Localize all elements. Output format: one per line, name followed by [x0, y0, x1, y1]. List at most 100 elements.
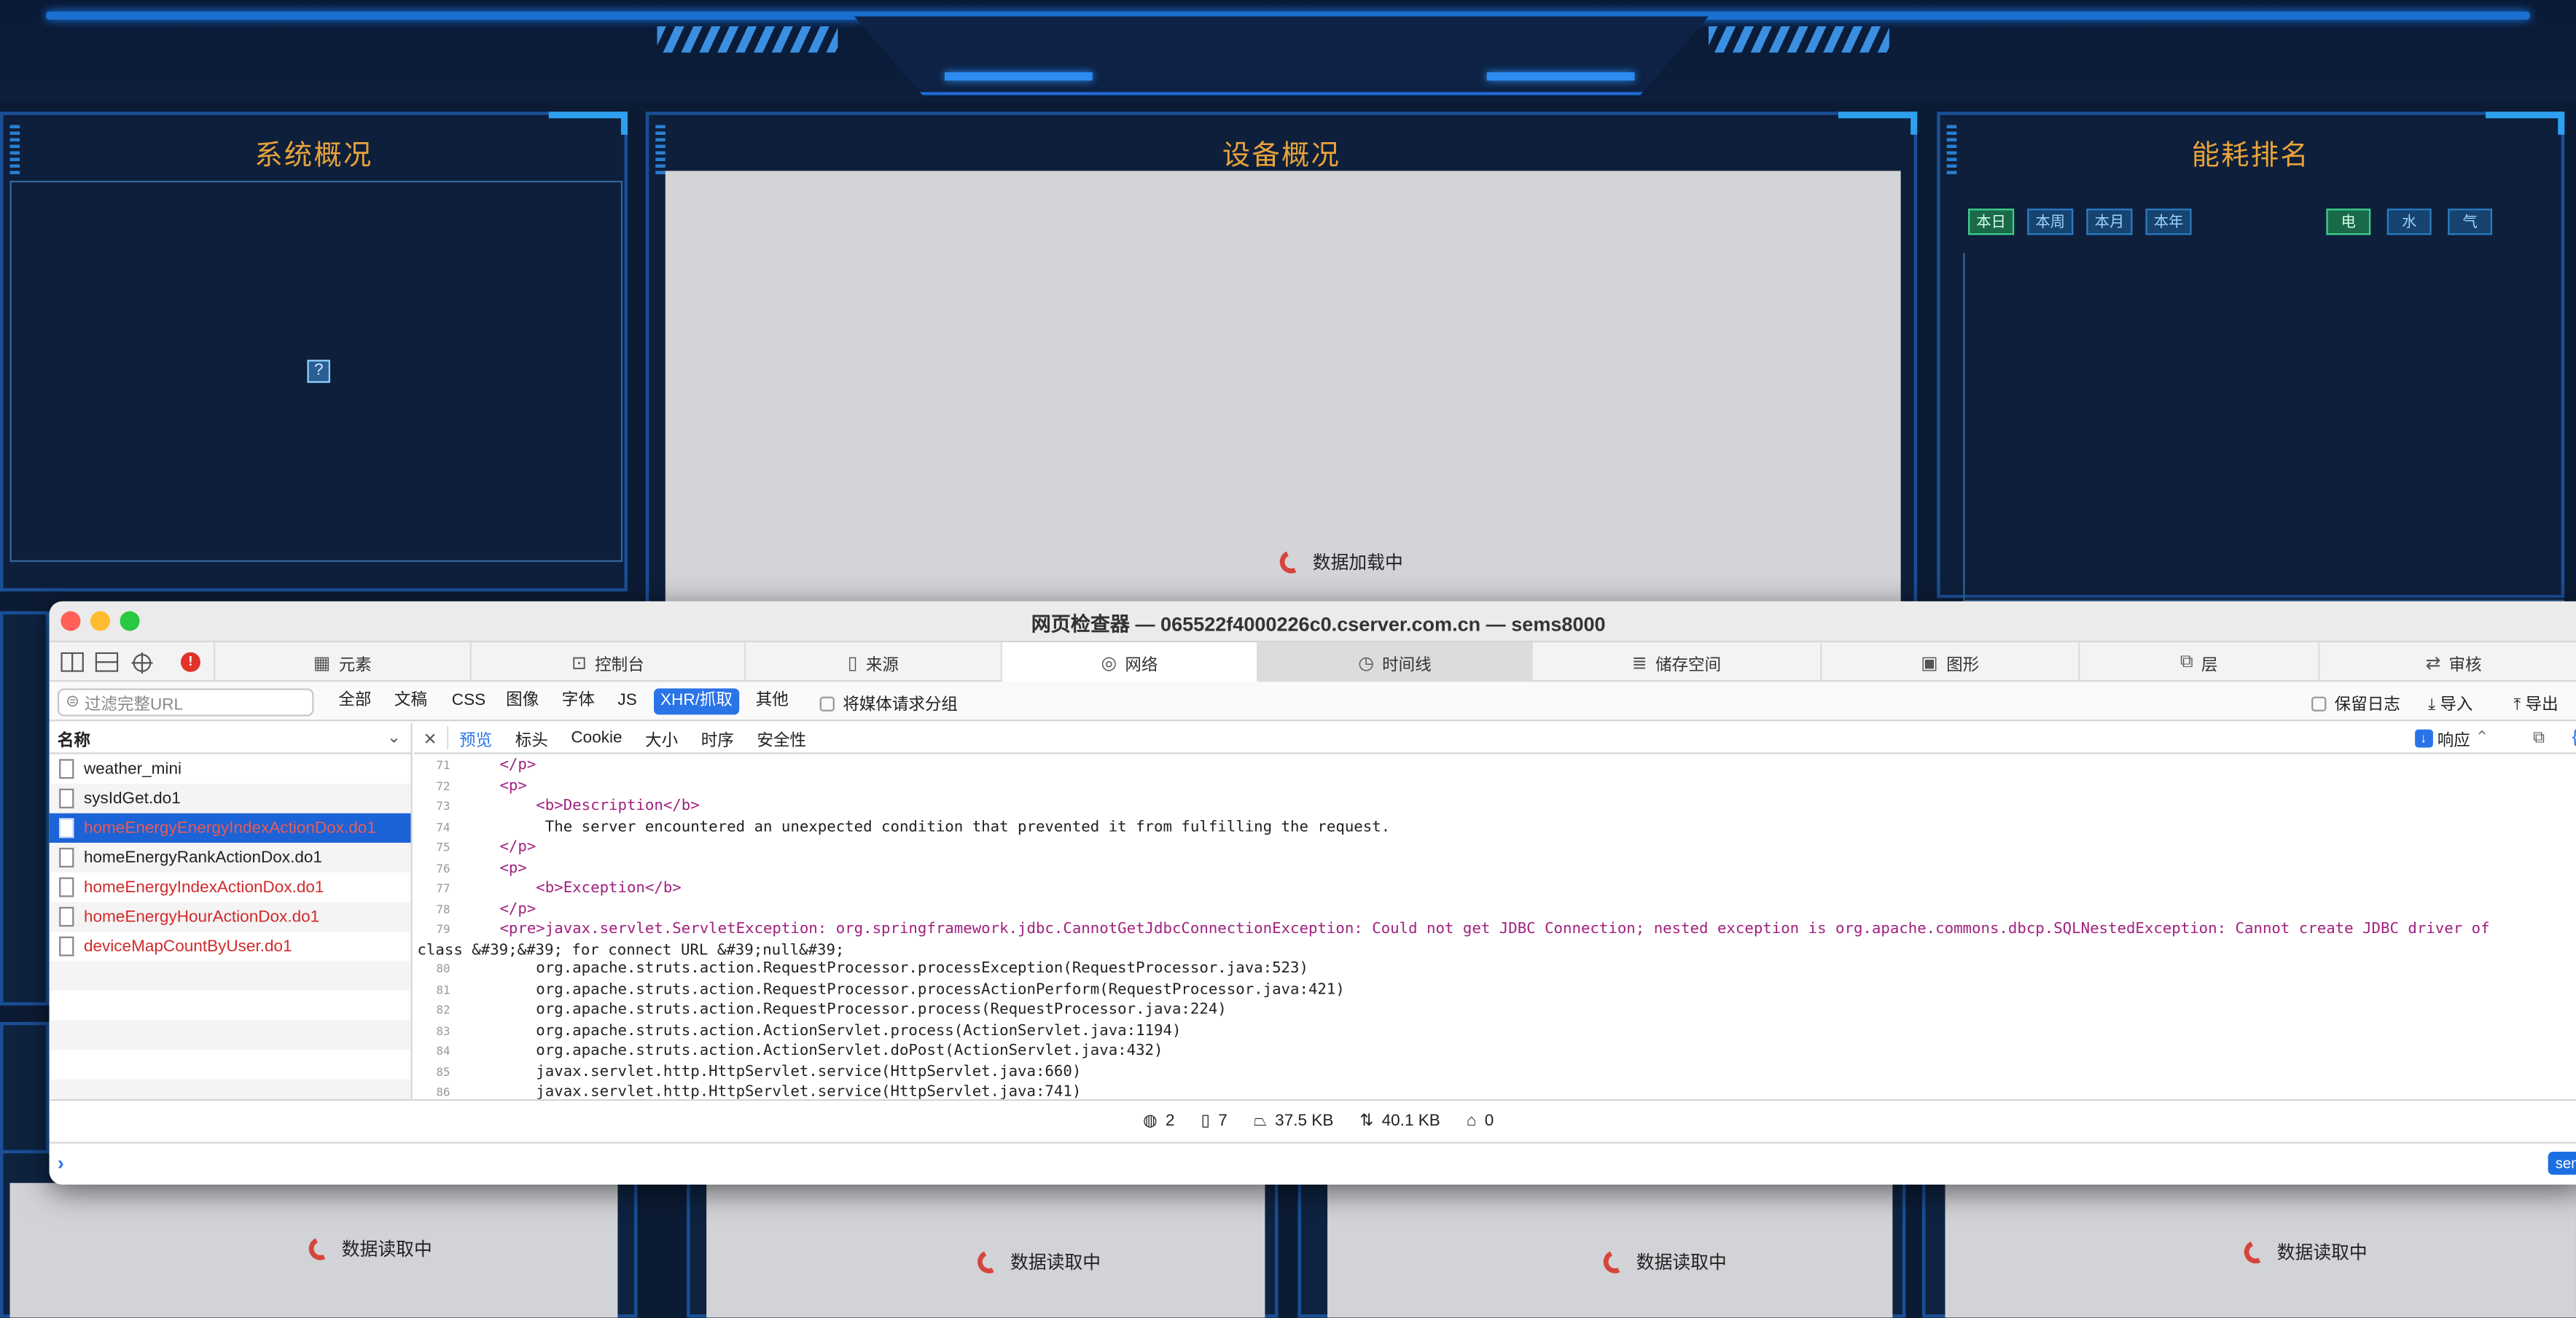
dashboard-header [0, 0, 2576, 102]
line-number: 86 [436, 1085, 450, 1099]
code-text: <b>Description</b> [463, 797, 700, 815]
system-overview-content: ? [9, 180, 623, 562]
code-line: 74 The server encountered an unexpected … [414, 817, 2576, 838]
system-overview-panel: 系统概况 ? [0, 112, 628, 592]
request-row[interactable]: homeEnergyRankActionDox.do1 [49, 843, 411, 873]
element-picker-icon[interactable] [128, 649, 155, 675]
broken-image-icon: ? [307, 359, 331, 383]
errors-icon: ⌂ [1466, 1111, 1477, 1130]
tab-console[interactable]: ⊡ 控制台 [469, 642, 744, 682]
tab-label: 审核 [2448, 656, 2482, 675]
period-button-month[interactable]: 本月 [2086, 208, 2133, 235]
line-number: 79 [436, 923, 450, 937]
type-button-electric[interactable]: 电 [2326, 208, 2371, 235]
filter-xhr-fetch[interactable]: XHR/抓取 [654, 688, 739, 715]
period-button-week[interactable]: 本周 [2027, 208, 2074, 235]
filter-js[interactable]: JS [611, 688, 643, 714]
detail-tab-cookies[interactable]: Cookie [560, 729, 634, 747]
dock-side-icon[interactable] [59, 649, 85, 675]
document-icon [59, 936, 74, 956]
type-button-water[interactable]: 水 [2386, 208, 2432, 235]
tab-label: 来源 [865, 656, 899, 675]
detail-tab-security[interactable]: 安全性 [746, 725, 818, 750]
group-media-checkbox[interactable]: 将媒体请求分组 [819, 690, 958, 714]
line-number: 81 [436, 983, 450, 997]
device-overview-title: 设备概况 [1222, 139, 1341, 171]
detail-tab-preview[interactable]: 预览 [448, 725, 504, 750]
network-icon: ◎ [1101, 652, 1117, 673]
request-row[interactable]: homeEnergyEnergyIndexActionDox.do1 [49, 813, 411, 843]
sources-icon: ▯ [847, 652, 858, 673]
detail-tab-timing[interactable]: 时序 [690, 725, 746, 750]
request-list: 名称 ⌄ weather_mini sysIdGet.do1 homeEnergyE… [49, 722, 413, 1110]
pretty-print-icon[interactable]: {} [2572, 728, 2576, 747]
code-line: class &#39;&#39; for connect URL &#39;nu… [414, 940, 2576, 959]
tab-label: 层 [2201, 656, 2218, 675]
url-filter-field[interactable]: ⊜ 过滤完整URL [57, 688, 314, 717]
code-line: 83 org.apache.struts.action.ActionServle… [414, 1021, 2576, 1042]
tab-layers[interactable]: ⧉ 层 [2078, 642, 2318, 682]
requests-count: 2 [1165, 1111, 1175, 1130]
dock-bottom-icon[interactable] [93, 649, 120, 675]
line-number: 74 [436, 820, 450, 834]
tab-elements[interactable]: ▦ 元素 [213, 642, 470, 682]
console-prompt-icon: › [57, 1151, 64, 1175]
request-row[interactable]: homeEnergyHourActionDox.do1 [49, 902, 411, 932]
code-line: 78 </p> [414, 900, 2576, 920]
code-line: 71 </p> [414, 756, 2576, 776]
console-prompt-bar[interactable]: › sems [49, 1142, 2576, 1185]
close-icon[interactable]: × [414, 725, 446, 750]
code-text: class &#39;&#39; for connect URL &#39;nu… [417, 940, 845, 959]
inspector-titlebar[interactable]: 网页检查器 — 065522f4000226c0.cserver.com.cn … [49, 601, 2576, 643]
filter-images[interactable]: 图像 [499, 688, 545, 714]
stat-errors: ⌂ 0 [1467, 1112, 1494, 1130]
execution-context-button[interactable]: sems [2548, 1151, 2576, 1175]
empty-row [50, 991, 411, 1021]
request-row[interactable]: sysIdGet.do1 [49, 784, 411, 814]
filter-css[interactable]: CSS [445, 688, 492, 714]
export-button[interactable]: ⤒ 导出 [2513, 690, 2558, 715]
chevron-down-icon[interactable]: ⌄ [387, 729, 401, 747]
request-row[interactable]: deviceMapCountByUser.do1 [50, 932, 411, 962]
errors-count: 0 [1484, 1111, 1494, 1130]
detail-tab-size[interactable]: 大小 [633, 725, 690, 750]
copy-icon[interactable]: ⧉ [2533, 729, 2545, 747]
type-button-gas[interactable]: 气 [2448, 208, 2493, 235]
period-button-year[interactable]: 本年 [2145, 208, 2192, 235]
request-row[interactable]: weather_mini [50, 754, 411, 784]
request-name: homeEnergyEnergyIndexActionDox.do1 [83, 819, 376, 838]
code-text: javax.servlet.http.HttpServlet.service(H… [463, 1083, 1082, 1099]
loading-spinner-icon [1600, 1247, 1630, 1277]
tab-network[interactable]: ◎ 网络 [1000, 642, 1257, 682]
line-number: 80 [436, 962, 450, 976]
preserve-log-label: 保留日志 [2334, 696, 2400, 715]
import-button[interactable]: ⤓ 导入 [2428, 690, 2472, 715]
filter-all[interactable]: 全部 [332, 688, 378, 714]
request-row[interactable]: homeEnergyIndexActionDox.do1 [50, 873, 411, 902]
ranking-chart-area [1963, 253, 2565, 601]
storage-icon: ≣ [1631, 652, 1647, 673]
code-text: </p> [463, 899, 536, 918]
request-name: homeEnergyIndexActionDox.do1 [83, 878, 324, 897]
filter-fonts[interactable]: 字体 [555, 688, 601, 714]
filter-other[interactable]: 其他 [749, 688, 795, 714]
preserve-log-checkbox[interactable]: 保留日志 [2311, 690, 2400, 715]
tab-graphics[interactable]: ▣ 图形 [1820, 642, 2078, 682]
loading-text: 数据读取中 [341, 1240, 432, 1260]
code-line: 81 org.apache.struts.action.RequestProce… [414, 980, 2576, 1000]
graphics-icon: ▣ [1921, 652, 1938, 673]
document-icon: ▯ [1201, 1111, 1210, 1130]
detail-tab-headers[interactable]: 标头 [504, 725, 560, 750]
tab-audit[interactable]: ⇄ 审核 [2318, 642, 2576, 682]
tab-sources[interactable]: ▯ 来源 [743, 642, 1001, 682]
filter-documents[interactable]: 文稿 [388, 688, 434, 714]
period-button-day[interactable]: 本日 [1968, 208, 2015, 235]
updown-icon: ⌃ [2475, 728, 2489, 747]
tab-timeline[interactable]: ◷ 时间线 [1257, 642, 1531, 682]
tab-storage[interactable]: ≣ 储存空间 [1531, 642, 1821, 682]
loading-spinner-icon [2241, 1237, 2271, 1267]
error-indicator-icon[interactable]: ! [177, 649, 203, 675]
code-text: org.apache.struts.action.ActionServlet.p… [463, 1021, 1182, 1040]
response-selector[interactable]: ↓ 响应 ⌃ [2414, 725, 2489, 750]
request-list-header[interactable]: 名称 ⌄ [49, 723, 411, 754]
